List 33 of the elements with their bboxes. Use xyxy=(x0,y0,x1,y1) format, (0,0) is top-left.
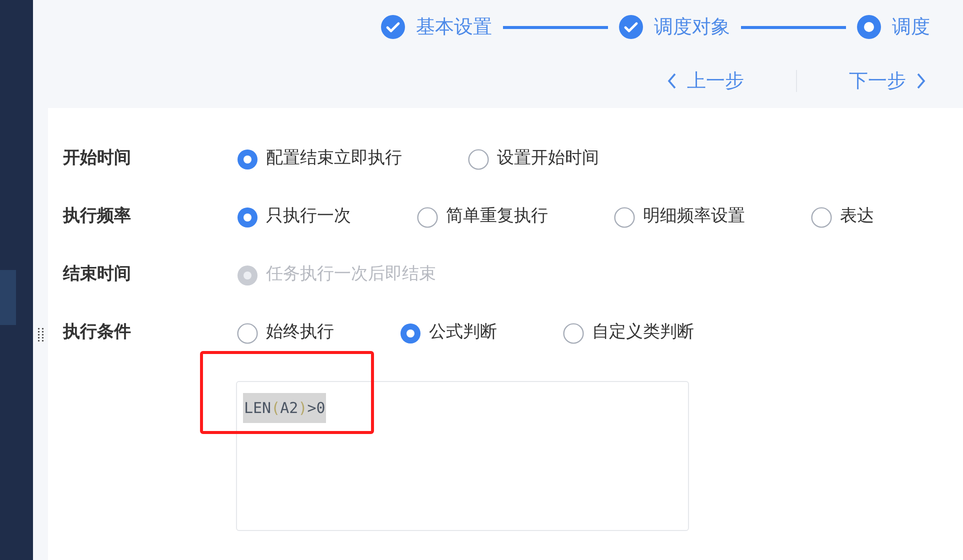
radio-label: 始终执行 xyxy=(266,321,334,344)
radio-label: 设置开始时间 xyxy=(497,147,599,170)
radio-label: 简单重复执行 xyxy=(446,205,548,228)
chevron-left-icon xyxy=(667,73,677,89)
radio-button[interactable] xyxy=(468,148,489,170)
radio-button[interactable] xyxy=(563,322,584,344)
previous-button[interactable]: 上一步 xyxy=(667,66,744,96)
field-label: 开始时间 xyxy=(63,147,132,170)
chevron-right-icon xyxy=(916,73,926,89)
field-label: 结束时间 xyxy=(63,263,132,286)
radio-label: 表达 xyxy=(840,205,874,228)
radio-label: 公式判断 xyxy=(429,321,497,344)
drag-handle-icon[interactable] xyxy=(38,328,44,342)
radio-button[interactable] xyxy=(400,322,421,344)
formula-editor[interactable]: LEN(A2)>0 xyxy=(236,381,689,531)
step-label: 基本设置 xyxy=(416,14,492,40)
radio-button[interactable] xyxy=(237,322,258,344)
radio-button[interactable] xyxy=(237,206,258,228)
next-button[interactable]: 下一步 xyxy=(849,66,926,96)
field-label: 执行条件 xyxy=(63,321,132,344)
radio-button[interactable] xyxy=(417,206,438,228)
radio-label: 自定义类判断 xyxy=(592,321,694,344)
radio-button[interactable] xyxy=(811,206,832,228)
radio-button[interactable] xyxy=(237,148,258,170)
radio-label: 明细频率设置 xyxy=(643,205,745,228)
formula-text: LEN(A2)>0 xyxy=(243,393,326,423)
radio-button[interactable] xyxy=(614,206,635,228)
radio-label: 任务执行一次后即结束 xyxy=(266,263,436,286)
step-label: 调度对象 xyxy=(654,14,730,40)
radio-label: 配置结束立即执行 xyxy=(266,147,402,170)
step-label: 调度 xyxy=(892,14,930,40)
field-label: 执行频率 xyxy=(63,205,132,228)
radio-label: 只执行一次 xyxy=(266,205,351,228)
